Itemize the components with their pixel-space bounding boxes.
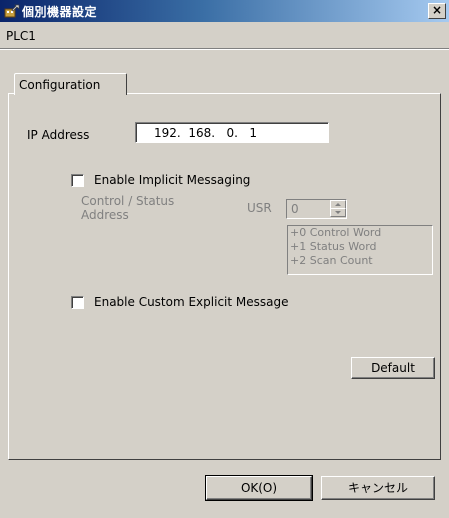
tab-label: Configuration: [19, 78, 101, 92]
list-item: +0 Control Word: [290, 226, 382, 239]
implicit-messaging-checkbox[interactable]: [71, 174, 84, 187]
usr-address-spinner[interactable]: 0: [286, 199, 347, 219]
usr-label: USR: [247, 201, 272, 215]
window-title: 個別機器設定: [22, 5, 98, 19]
control-status-label-line2: Address: [81, 208, 129, 222]
control-word-list: +0 Control Word +1 Status Word +2 Scan C…: [287, 225, 433, 275]
list-item: +1 Status Word: [290, 240, 377, 253]
usr-address-value: 0: [291, 202, 299, 216]
implicit-messaging-label: Enable Implicit Messaging: [94, 173, 251, 187]
ok-button[interactable]: OK(O): [206, 476, 312, 500]
custom-explicit-message-checkbox[interactable]: [71, 296, 84, 309]
configuration-panel: [8, 93, 441, 460]
device-name: PLC1: [6, 29, 36, 43]
close-button[interactable]: ×: [428, 3, 446, 19]
default-button[interactable]: Default: [351, 357, 435, 379]
tab-configuration[interactable]: Configuration: [14, 73, 127, 95]
close-icon: ×: [431, 3, 443, 17]
spin-down-arrow-icon[interactable]: [330, 208, 346, 217]
separator: [0, 48, 449, 50]
custom-explicit-message-label: Enable Custom Explicit Message: [94, 295, 289, 309]
ip-address-input[interactable]: 192. 168. 0. 1: [135, 122, 329, 143]
title-bar: 個別機器設定 ×: [0, 0, 449, 22]
control-status-label-line1: Control / Status: [81, 194, 175, 208]
ip-address-label: IP Address: [27, 128, 90, 142]
ip-address-value: 192. 168. 0. 1: [154, 126, 258, 140]
list-item: +2 Scan Count: [290, 254, 373, 267]
device-settings-icon: [4, 4, 20, 18]
cancel-button[interactable]: キャンセル: [321, 476, 435, 500]
